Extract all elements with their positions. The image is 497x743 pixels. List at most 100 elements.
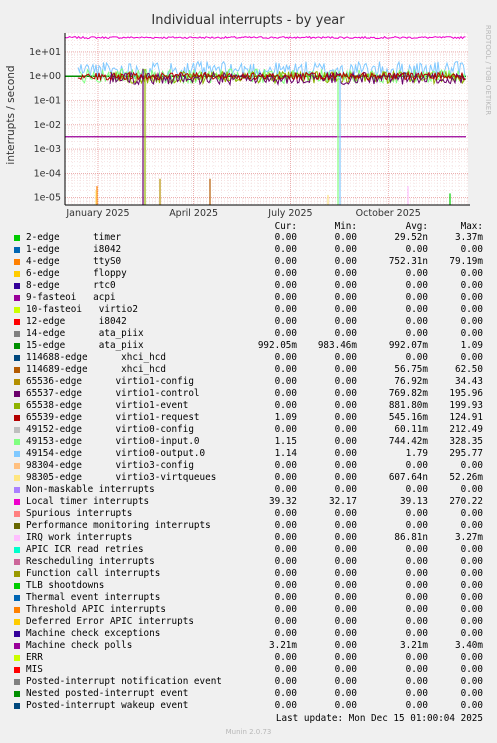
legend-label: Local timer interrupts	[26, 496, 150, 507]
legend-min: 0.00	[334, 316, 357, 327]
legend-label: 14-edge ata_piix	[26, 328, 144, 339]
legend-max: 79.19m	[449, 256, 483, 267]
legend-swatch	[14, 271, 20, 277]
legend-max: 212.49	[449, 424, 483, 435]
legend-row: 65539-edge virtio1-request 1.09 0.00 545.16…	[0, 412, 497, 424]
legend-label: 98304-edge virtio3-config	[26, 460, 194, 471]
legend-max: 0.00	[460, 568, 483, 579]
legend-swatch	[14, 655, 20, 661]
legend-row: Spurious interrupts 0.00 0.00 0.00 0.00	[0, 508, 497, 520]
legend-label: IRQ work interrupts	[26, 532, 133, 543]
legend-max: 0.00	[460, 664, 483, 675]
munin-version: Munin 2.0.73	[225, 728, 272, 736]
legend-max: 3.40m	[455, 640, 483, 651]
legend-row: IRQ work interrupts 0.00 0.00 86.81n 3.27m	[0, 532, 497, 544]
legend-row: Machine check polls 3.21m 0.00 3.21m 3.40m	[0, 640, 497, 652]
legend-min: 0.00	[334, 268, 357, 279]
legend-max: 0.00	[460, 304, 483, 315]
x-tick-label: January 2025	[65, 208, 129, 219]
legend-row: 49153-edge virtio0-input.0 1.15 0.00 744.42…	[0, 436, 497, 448]
legend-swatch	[14, 691, 20, 697]
legend-label: 10-fasteoi virtio2	[26, 304, 138, 315]
legend-label: Function call interrupts	[26, 568, 161, 579]
legend-min: 0.00	[334, 592, 357, 603]
legend-min: 0.00	[334, 232, 357, 243]
legend-max: 3.27m	[455, 532, 483, 543]
y-tick-label: 1e+00	[29, 71, 61, 82]
legend-min: 0.00	[334, 568, 357, 579]
legend-swatch	[14, 343, 20, 349]
legend-label: 49154-edge virtio0-output.0	[26, 448, 206, 459]
chart-canvas: Individual interrupts - by year interrup…	[5, 13, 492, 219]
legend-max: 0.00	[460, 604, 483, 615]
legend-min: 0.00	[334, 676, 357, 687]
legend-row: APIC ICR read retries 0.00 0.00 0.00 0.00	[0, 544, 497, 556]
legend-label: 9-fasteoi acpi	[26, 292, 116, 303]
legend-label: 65539-edge virtio1-request	[26, 412, 200, 423]
legend-label: APIC ICR read retries	[26, 544, 144, 555]
last-update: Last update: Mon Dec 15 01:00:04 2025	[275, 713, 483, 724]
y-tick-label: 1e-01	[34, 95, 61, 106]
legend-swatch	[14, 283, 20, 289]
legend-row: Deferred Error APIC interrupts 0.00 0.00 0.…	[0, 616, 497, 628]
legend-min: 0.00	[334, 280, 357, 291]
legend-swatch	[14, 583, 20, 589]
legend-label: ERR	[26, 652, 43, 663]
legend-row: 9-fasteoi acpi 0.00 0.00 0.00 0.00	[0, 292, 497, 304]
legend-row: 98304-edge virtio3-config 0.00 0.00 0.00 0.0…	[0, 460, 497, 472]
legend-swatch	[14, 235, 20, 241]
legend-min: 0.00	[334, 436, 357, 447]
legend-row: 114688-edge xhci_hcd 0.00 0.00 0.00 0.00	[0, 352, 497, 364]
legend-swatch	[14, 391, 20, 397]
legend-label: 1-edge i8042	[26, 244, 122, 255]
legend-label: Threshold APIC interrupts	[26, 604, 166, 615]
legend-label: Machine check polls	[26, 640, 133, 651]
legend-max: 0.00	[460, 628, 483, 639]
legend-max: 0.00	[460, 268, 483, 279]
legend-min: 0.00	[334, 640, 357, 651]
plot-area	[65, 33, 468, 205]
legend-swatch	[14, 667, 20, 673]
legend-swatch	[14, 427, 20, 433]
legend-label: 8-edge rtc0	[26, 280, 116, 291]
legend-min: 0.00	[334, 664, 357, 675]
y-tick-label: 1e-05	[34, 193, 61, 204]
legend-min: 0.00	[334, 304, 357, 315]
legend-min: 0.00	[334, 256, 357, 267]
legend-swatch	[14, 319, 20, 325]
legend-min: 0.00	[334, 544, 357, 555]
legend-row: Performance monitoring interrupts 0.00 0.0…	[0, 520, 497, 532]
legend-label: 49153-edge virtio0-input.0	[26, 436, 200, 447]
legend-max: 0.00	[460, 676, 483, 687]
legend-max: 0.00	[460, 700, 483, 711]
legend-label: 65538-edge virtio1-event	[26, 400, 189, 411]
legend-row: Machine check exceptions 0.00 0.00 0.00 0.00	[0, 628, 497, 640]
legend-swatch	[14, 595, 20, 601]
legend-row: Nested posted-interrupt event 0.00 0.00 0.0…	[0, 688, 497, 700]
legend-max: 0.00	[460, 508, 483, 519]
y-tick-label: 1e-03	[34, 144, 61, 155]
legend-label: Performance monitoring interrupts	[26, 520, 211, 531]
x-tick-label: July 2025	[267, 208, 312, 219]
col-header-max: Max:	[460, 221, 483, 232]
legend-row: Function call interrupts 0.00 0.00 0.00 0.00	[0, 568, 497, 580]
legend-min: 0.00	[334, 376, 357, 387]
legend-swatch	[14, 355, 20, 361]
legend-min: 0.00	[334, 484, 357, 495]
legend-max: 0.00	[460, 580, 483, 591]
legend-swatch	[14, 631, 20, 637]
legend-min: 0.00	[334, 448, 357, 459]
legend-min: 32.17	[329, 496, 357, 507]
legend-max: 0.00	[460, 352, 483, 363]
legend-label: Rescheduling interrupts	[26, 556, 155, 567]
legend-row: 6-edge floppy 0.00 0.00 0.00 0.00	[0, 268, 497, 280]
legend-max: 52.26m	[449, 472, 483, 483]
legend-max: 124.91	[449, 412, 483, 423]
legend-swatch	[14, 247, 20, 253]
legend-min: 0.00	[334, 700, 357, 711]
legend-swatch	[14, 559, 20, 565]
col-header-min: Min:	[334, 221, 357, 232]
legend-label: 65537-edge virtio1-control	[26, 388, 200, 399]
y-tick-label: 1e-02	[34, 120, 61, 131]
legend-row: 114689-edge xhci_hcd 0.00 0.00 56.75m 62.50	[0, 364, 497, 376]
